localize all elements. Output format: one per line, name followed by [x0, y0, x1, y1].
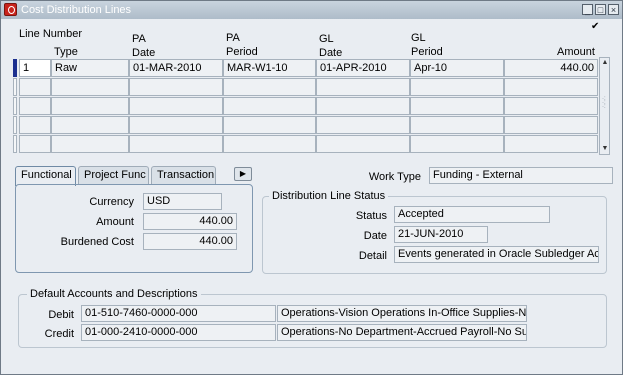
empty-cell[interactable] — [129, 116, 223, 134]
currency-field[interactable]: USD — [143, 193, 222, 210]
date-field[interactable]: 21-JUN-2010 — [394, 226, 488, 243]
burdened-cost-label: Burdened Cost — [60, 236, 134, 248]
currency-label: Currency — [89, 196, 134, 208]
amount-field[interactable]: 440.00 — [143, 213, 237, 230]
cell-gl-period[interactable]: Apr-10 — [410, 59, 504, 77]
status-field[interactable]: Accepted — [394, 206, 550, 223]
credit-description-field[interactable]: Operations-No Department-Accrued Payroll… — [277, 324, 527, 341]
empty-cell[interactable] — [410, 116, 504, 134]
empty-cell[interactable] — [51, 78, 129, 96]
header-pa-period-line1: PA — [226, 32, 240, 44]
empty-cell[interactable] — [223, 97, 316, 115]
header-pa-date-line2: Date — [132, 47, 156, 59]
detail-field[interactable]: Events generated in Oracle Subledger Acc — [394, 246, 599, 263]
empty-cell[interactable] — [316, 135, 410, 153]
empty-cell[interactable] — [504, 116, 598, 134]
empty-cell[interactable] — [51, 135, 129, 153]
cell-gl-date[interactable]: 01-APR-2010 — [316, 59, 410, 77]
tab-functional[interactable]: Functional — [15, 166, 76, 186]
empty-cell[interactable] — [410, 78, 504, 96]
work-type-label: Work Type — [368, 171, 421, 183]
cell-pa-date[interactable]: 01-MAR-2010 — [129, 59, 223, 77]
empty-cell[interactable] — [223, 116, 316, 134]
debit-account-field[interactable]: 01-510-7460-0000-000 — [81, 305, 276, 322]
folder-checkbox[interactable]: ✔ — [591, 22, 601, 32]
window-title: Cost Distribution Lines — [21, 4, 132, 16]
debit-label: Debit — [48, 309, 74, 321]
header-gl-date-line2: Date — [319, 47, 343, 59]
header-gl-period-line2: Period — [411, 46, 443, 58]
credit-label: Credit — [44, 328, 74, 340]
default-accounts-title: Default Accounts and Descriptions — [27, 288, 201, 301]
empty-cell[interactable] — [316, 116, 410, 134]
empty-cell[interactable] — [316, 97, 410, 115]
date-label: Date — [363, 230, 387, 242]
empty-cell[interactable] — [223, 78, 316, 96]
empty-cell[interactable] — [19, 116, 51, 134]
header-gl-date-line1: GL — [319, 33, 334, 45]
header-line-number: Line Number — [19, 28, 82, 40]
empty-cell[interactable] — [129, 78, 223, 96]
tab-next-icon[interactable]: ▶ — [234, 167, 252, 181]
distribution-line-status-title: Distribution Line Status — [269, 190, 389, 203]
cell-amount[interactable]: 440.00 — [504, 59, 598, 77]
empty-cell[interactable] — [51, 116, 129, 134]
close-icon[interactable]: × — [608, 4, 619, 15]
row-selector[interactable] — [13, 59, 17, 77]
header-gl-period-line1: GL — [411, 32, 426, 44]
row-selector[interactable] — [13, 116, 17, 134]
empty-cell[interactable] — [51, 97, 129, 115]
header-type: Type — [54, 46, 78, 58]
empty-cell[interactable] — [504, 135, 598, 153]
cell-pa-period[interactable]: MAR-W1-10 — [223, 59, 316, 77]
credit-account-field[interactable]: 01-000-2410-0000-000 — [81, 324, 276, 341]
oracle-icon — [4, 3, 17, 16]
empty-cell[interactable] — [19, 78, 51, 96]
scroll-up-icon[interactable]: ▲ — [601, 59, 609, 67]
status-label: Status — [355, 210, 387, 222]
empty-cell[interactable] — [19, 135, 51, 153]
work-type-field[interactable]: Funding - External — [429, 167, 613, 184]
amount-label: Amount — [96, 216, 134, 228]
row-selector[interactable] — [13, 97, 17, 115]
maximize-icon[interactable]: □ — [595, 4, 606, 15]
empty-cell[interactable] — [129, 97, 223, 115]
scroll-down-icon[interactable]: ▼ — [601, 145, 609, 153]
empty-cell[interactable] — [410, 135, 504, 153]
empty-cell[interactable] — [410, 97, 504, 115]
header-pa-date-line1: PA — [132, 33, 146, 45]
cost-distribution-lines-window: Cost Distribution Lines _ □ × ✔ Line Num… — [0, 0, 623, 375]
empty-cell[interactable] — [129, 135, 223, 153]
debit-description-field[interactable]: Operations-Vision Operations In-Office S… — [277, 305, 527, 322]
row-selector[interactable] — [13, 78, 17, 96]
tab-project-func[interactable]: Project Func — [78, 166, 149, 184]
empty-cell[interactable] — [19, 97, 51, 115]
title-bar: Cost Distribution Lines _ □ × — [1, 1, 622, 19]
header-pa-period-line2: Period — [226, 46, 258, 58]
empty-cell[interactable] — [223, 135, 316, 153]
empty-cell[interactable] — [504, 78, 598, 96]
detail-label: Detail — [358, 250, 387, 262]
empty-cell[interactable] — [504, 97, 598, 115]
cell-line-number[interactable]: 1 — [19, 59, 51, 77]
burdened-cost-field[interactable]: 440.00 — [143, 233, 237, 250]
tab-transaction[interactable]: Transaction — [151, 166, 216, 184]
minimize-icon[interactable]: _ — [582, 4, 593, 15]
header-amount: Amount — [557, 46, 595, 58]
empty-cell[interactable] — [316, 78, 410, 96]
row-selector[interactable] — [13, 135, 17, 153]
splitter-grip-icon[interactable]: ·: ·: ·: — [602, 96, 608, 110]
cell-type[interactable]: Raw — [51, 59, 129, 77]
